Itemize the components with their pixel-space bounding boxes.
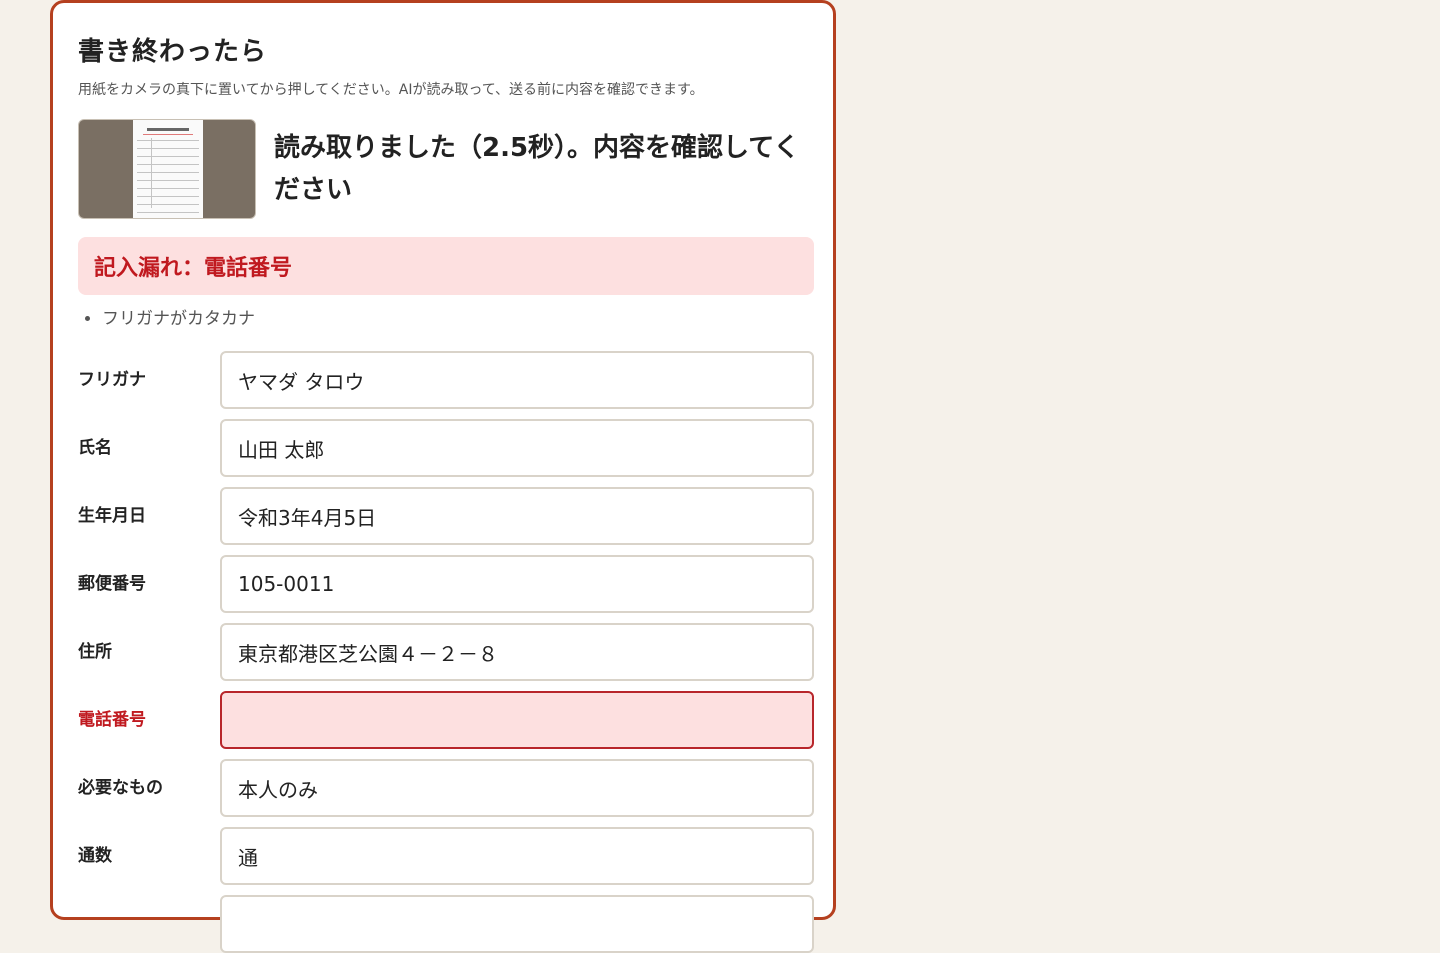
phone-input[interactable]: [220, 691, 814, 749]
review-card: 書き終わったら 用紙をカメラの真下に置いてから押してください。AIが読み取って、…: [50, 0, 836, 953]
field-label-furigana: フリガナ: [78, 370, 146, 390]
missing-field-alert: 記入漏れ：電話番号: [78, 237, 814, 295]
field-row-birthdate: 生年月日: [78, 487, 814, 545]
postal-code-input[interactable]: [220, 555, 814, 613]
section-title: 書き終わったら: [78, 37, 268, 67]
copies-input[interactable]: [220, 827, 814, 885]
field-row-name: 氏名: [78, 419, 814, 477]
field-label-name: 氏名: [78, 438, 112, 458]
field-row-address: 住所: [78, 623, 814, 681]
notes-list: フリガナがカタカナ: [78, 305, 255, 333]
note-item: フリガナがカタカナ: [102, 305, 255, 333]
required-items-input[interactable]: [220, 759, 814, 817]
field-label-copies: 通数: [78, 846, 112, 866]
next-field-input[interactable]: [220, 895, 814, 953]
furigana-input[interactable]: [220, 351, 814, 409]
scanned-paper-image: [133, 120, 203, 218]
field-row-required-items: 必要なもの: [78, 759, 814, 817]
birthdate-input[interactable]: [220, 487, 814, 545]
scan-status-message: 読み取りました（2.5秒）。内容を確認してください: [274, 133, 800, 205]
field-label-required-items: 必要なもの: [78, 778, 163, 798]
section-subtitle: 用紙をカメラの真下に置いてから押してください。AIが読み取って、送る前に内容を確…: [78, 82, 704, 98]
field-row-postal-code: 郵便番号: [78, 555, 814, 613]
field-row-next: [78, 895, 814, 953]
field-row-furigana: フリガナ: [78, 351, 814, 409]
field-row-copies: 通数: [78, 827, 814, 885]
field-label-postal-code: 郵便番号: [78, 574, 146, 594]
field-label-phone: 電話番号: [78, 710, 146, 730]
field-label-address: 住所: [78, 642, 112, 662]
scanned-form-thumbnail[interactable]: [78, 119, 256, 219]
address-input[interactable]: [220, 623, 814, 681]
name-input[interactable]: [220, 419, 814, 477]
field-label-birthdate: 生年月日: [78, 506, 146, 526]
alert-text: 記入漏れ：電話番号: [94, 256, 293, 281]
field-row-phone: 電話番号: [78, 691, 814, 749]
